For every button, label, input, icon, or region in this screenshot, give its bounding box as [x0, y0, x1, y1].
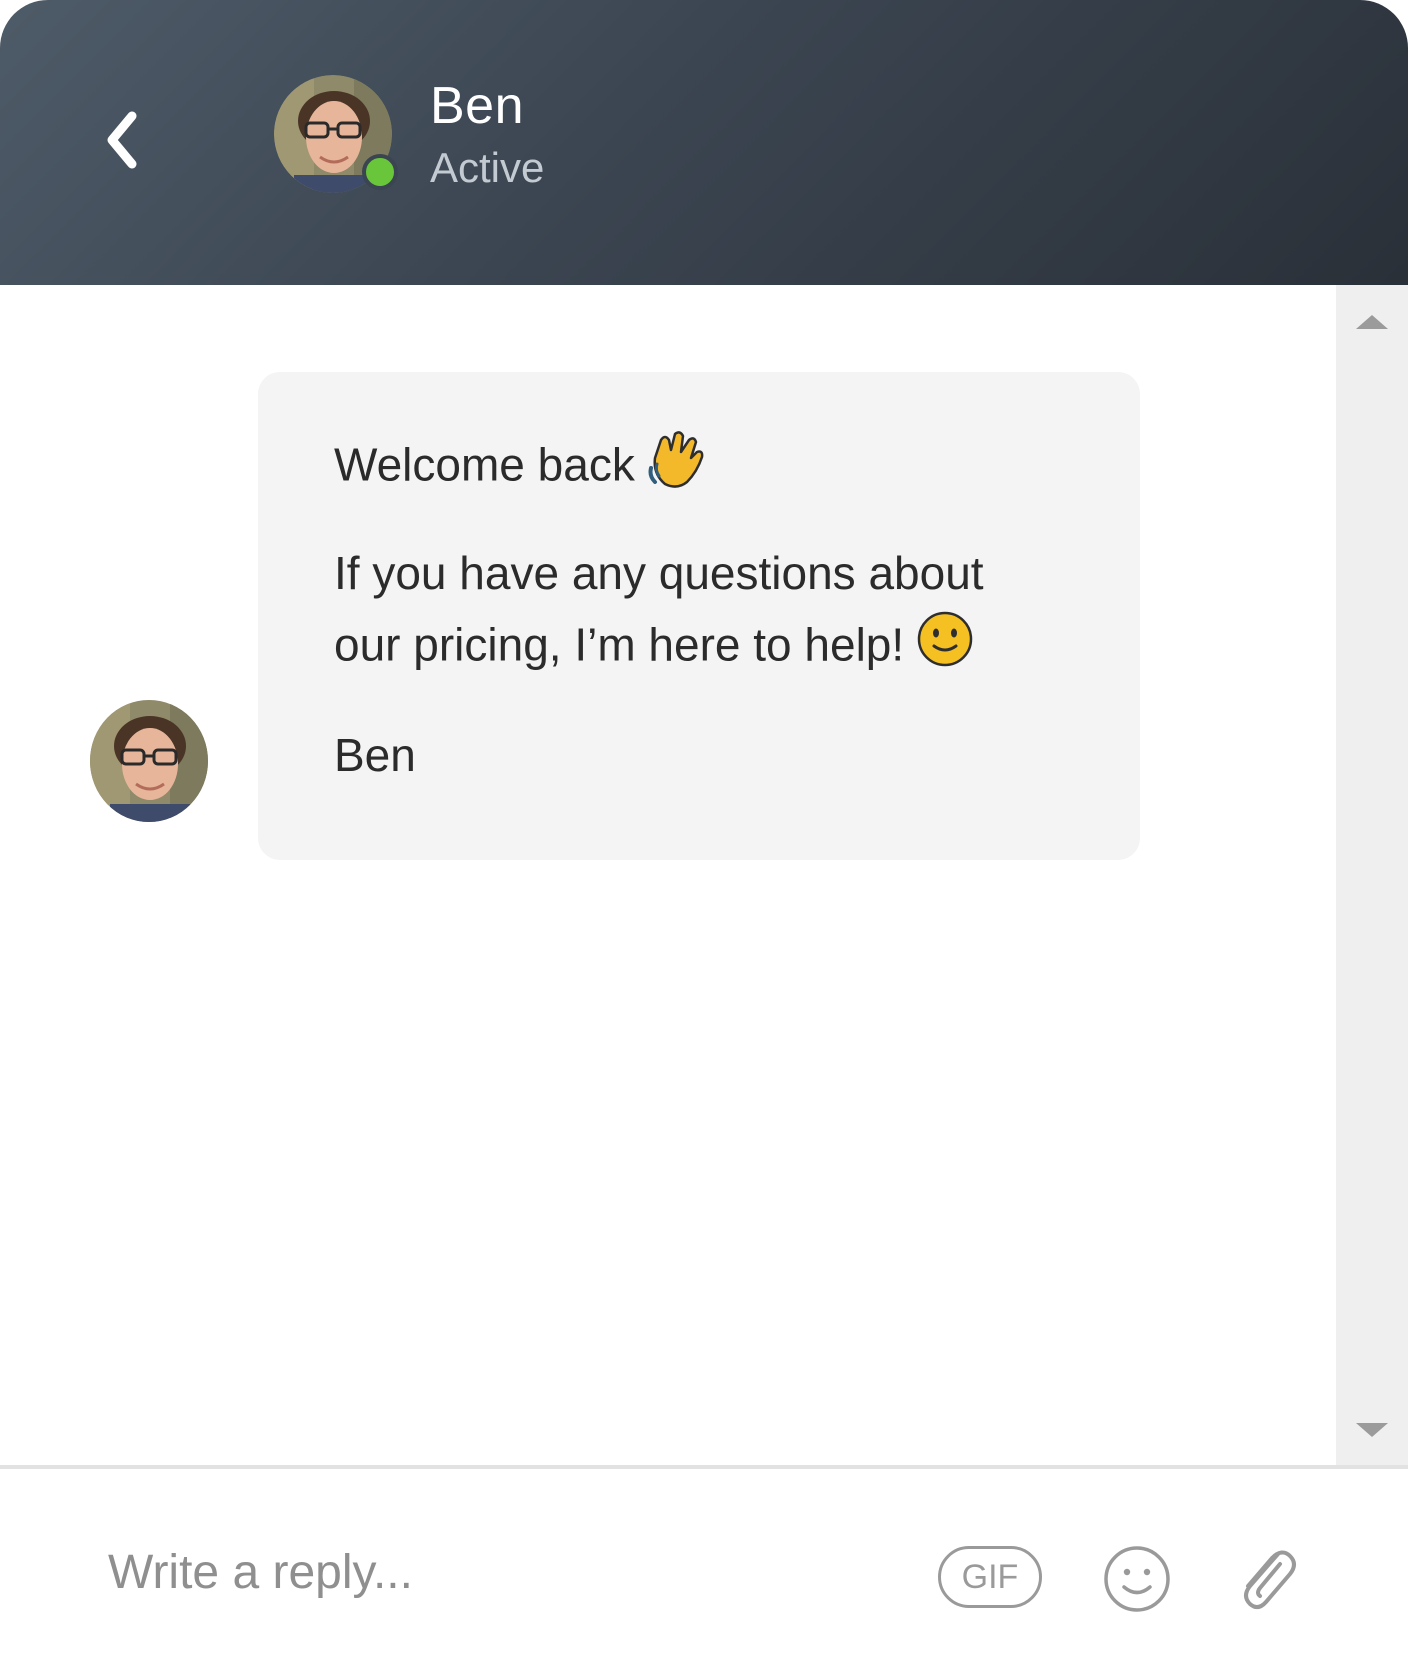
- composer-divider: [0, 1465, 1408, 1469]
- message-avatar: [90, 700, 208, 822]
- message-signature: Ben: [334, 729, 416, 781]
- waving-hand-emoji-icon: [647, 428, 707, 501]
- agent-status: Active: [430, 144, 545, 191]
- emoji-button[interactable]: [1102, 1544, 1172, 1614]
- online-status-indicator: [362, 154, 398, 190]
- scroll-down-arrow-icon[interactable]: [1356, 1423, 1388, 1437]
- scrollbar[interactable]: [1336, 285, 1408, 1465]
- paperclip-icon: [1244, 1550, 1296, 1609]
- message-bubble: Welcome back If you have any questions a…: [258, 372, 1140, 860]
- message-body-line-2: our pricing, I’m here to help!: [334, 611, 974, 683]
- message-greeting: Welcome back: [334, 431, 707, 505]
- chevron-left-icon: [107, 111, 137, 169]
- attach-file-button[interactable]: [1234, 1540, 1304, 1620]
- message-body-line-1: If you have any questions about: [334, 547, 984, 599]
- back-button[interactable]: [92, 100, 156, 180]
- agent-name: Ben: [430, 77, 525, 135]
- smiling-face-emoji-icon: [916, 610, 974, 679]
- scroll-up-arrow-icon[interactable]: [1356, 315, 1388, 329]
- chat-header: Ben Active: [0, 0, 1408, 285]
- smiley-icon: [1104, 1546, 1170, 1612]
- reply-input[interactable]: [106, 1536, 910, 1608]
- gif-button[interactable]: GIF: [938, 1546, 1042, 1608]
- chat-widget: Ben Active Welcome back If you have any …: [0, 0, 1408, 1678]
